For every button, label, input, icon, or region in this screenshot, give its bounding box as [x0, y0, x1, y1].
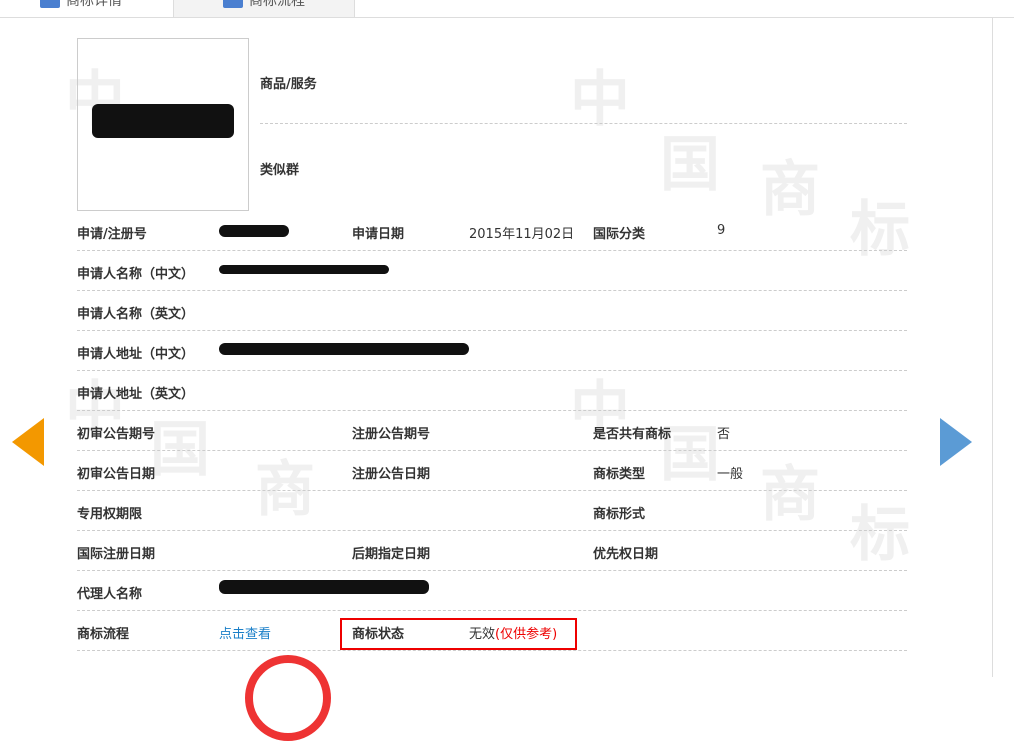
grid-icon	[223, 0, 243, 8]
reg-pub-no-label: 注册公告期号	[352, 423, 430, 442]
shared-label: 是否共有商标	[593, 423, 671, 442]
tm-type-value: 一般	[717, 463, 743, 482]
tm-type-label: 商标类型	[593, 463, 645, 482]
divider	[77, 330, 907, 331]
divider	[77, 410, 907, 411]
reg-pub-date-label: 注册公告日期	[352, 463, 430, 482]
divider	[77, 450, 907, 451]
watermark: 商	[760, 465, 820, 525]
divider	[77, 610, 907, 611]
prelim-pub-date-label: 初审公告日期	[77, 463, 155, 482]
tab-bar: 商标详情 商标流程	[0, 0, 1014, 18]
tab-trademark-process[interactable]: 商标流程	[173, 0, 355, 17]
redacted-value	[219, 265, 389, 274]
status-label: 商标状态	[352, 623, 404, 642]
status-text: 无效	[469, 627, 495, 642]
intl-class-label: 国际分类	[593, 223, 645, 242]
prelim-pub-no-label: 初审公告期号	[77, 423, 155, 442]
trademark-image	[77, 38, 249, 211]
address-cn-label: 申请人地址（中文）	[77, 343, 194, 362]
divider	[77, 250, 907, 251]
redacted-value	[219, 580, 429, 594]
applicant-en-label: 申请人名称（英文）	[77, 303, 194, 322]
tm-form-label: 商标形式	[593, 503, 645, 522]
tab-trademark-details[interactable]: 商标详情	[40, 0, 170, 17]
divider	[77, 290, 907, 291]
app-date-value: 2015年11月02日	[469, 223, 574, 242]
agent-label: 代理人名称	[77, 583, 142, 602]
app-date-label: 申请日期	[352, 223, 404, 242]
divider	[77, 530, 907, 531]
priority-date-label: 优先权日期	[593, 543, 658, 562]
view-process-link[interactable]: 点击查看	[219, 623, 271, 642]
watermark: 标	[850, 505, 910, 565]
redacted-value	[219, 225, 289, 237]
divider	[77, 570, 907, 571]
watermark: 商	[760, 160, 820, 220]
status-note: (仅供参考)	[495, 627, 557, 642]
goods-services-label: 商品/服务	[260, 73, 317, 92]
redacted-mark	[92, 104, 234, 138]
redacted-value	[219, 343, 469, 355]
exclusive-period-label: 专用权期限	[77, 503, 142, 522]
divider	[77, 650, 907, 651]
reg-no-label: 申请/注册号	[77, 223, 147, 242]
status-value: 无效(仅供参考)	[469, 623, 557, 642]
watermark: 标	[850, 200, 910, 260]
intl-class-value: 9	[717, 223, 725, 238]
divider	[77, 490, 907, 491]
shared-value: 否	[717, 423, 730, 442]
next-arrow-icon[interactable]	[940, 418, 972, 466]
list-icon	[40, 0, 60, 8]
divider	[77, 370, 907, 371]
applicant-cn-label: 申请人名称（中文）	[77, 263, 194, 282]
later-designation-date-label: 后期指定日期	[352, 543, 430, 562]
divider	[260, 123, 907, 124]
watermark: 中	[570, 70, 630, 130]
previous-arrow-icon[interactable]	[12, 418, 44, 466]
intl-reg-date-label: 国际注册日期	[77, 543, 155, 562]
process-label: 商标流程	[77, 623, 129, 642]
stamp-icon	[245, 655, 331, 741]
similar-group-label: 类似群	[260, 159, 299, 178]
address-en-label: 申请人地址（英文）	[77, 383, 194, 402]
watermark: 国	[660, 135, 720, 195]
